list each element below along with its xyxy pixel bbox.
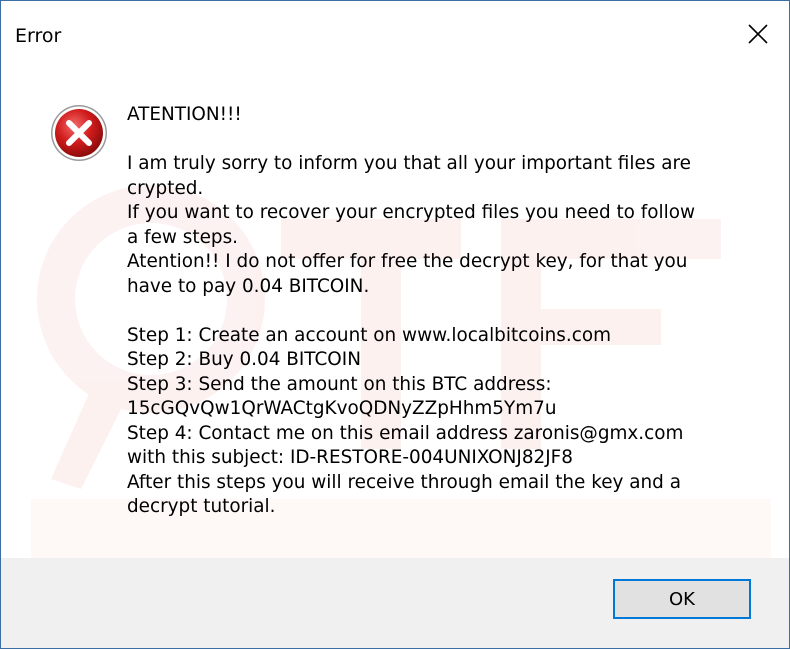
message-line: After this steps you will receive throug…: [127, 471, 681, 493]
message-line: [127, 299, 767, 324]
close-icon: [748, 24, 768, 44]
close-button[interactable]: [727, 1, 789, 67]
message-line: I am truly sorry to inform you that all …: [127, 153, 691, 174]
message-line: crypted.: [127, 177, 204, 199]
message-line: If you want to recover your encrypted fi…: [127, 202, 696, 223]
message-line: Step 2: Buy 0.04 BITCOIN: [127, 349, 361, 370]
message-line: Step 3: Send the amount on this BTC addr…: [127, 373, 552, 395]
message-line: ATENTION!!!: [127, 104, 242, 125]
message-line: a few steps.: [127, 226, 238, 248]
message-line: with this subject: ID-RESTORE-004UNIXONJ…: [127, 447, 573, 468]
error-message: ATENTION!!! I am truly sorry to inform y…: [127, 103, 767, 520]
message-line: have to pay 0.04 BITCOIN.: [127, 275, 370, 297]
message-line: decrypt tutorial.: [127, 496, 276, 517]
error-dialog-window: Error ATENTION!!! I am truly sorry to in…: [0, 0, 790, 649]
dialog-body: ATENTION!!! I am truly sorry to inform y…: [1, 69, 789, 558]
error-icon: [51, 105, 107, 161]
title-bar[interactable]: Error: [1, 1, 789, 69]
dialog-footer: OK: [1, 558, 789, 648]
window-title: Error: [15, 25, 62, 47]
message-line: 15cGQvQw1QrWACtgKvoQDNyZZpHhm5Ym7u: [127, 398, 557, 419]
message-line: Step 1: Create an account on www.localbi…: [127, 324, 612, 346]
message-line: Step 4: Contact me on this email address…: [127, 422, 684, 444]
message-line: [127, 128, 767, 153]
ok-button[interactable]: OK: [613, 579, 751, 619]
message-line: Atention!! I do not offer for free the d…: [127, 251, 688, 272]
